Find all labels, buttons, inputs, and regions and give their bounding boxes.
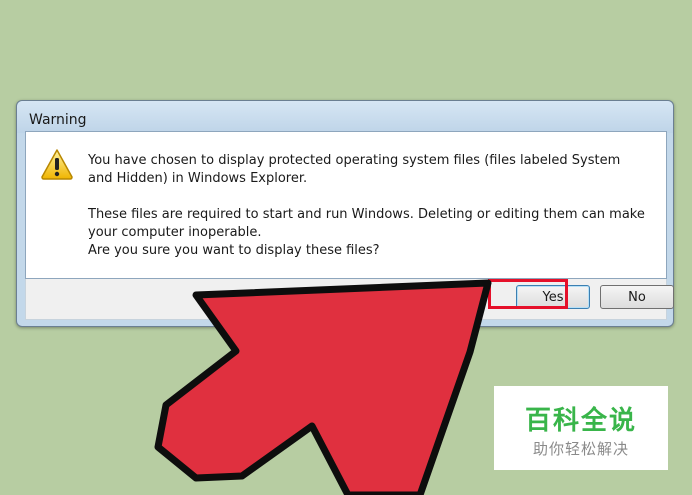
dialog-title: Warning xyxy=(29,112,87,128)
message-protected-files: You have chosen to display protected ope… xyxy=(88,153,621,186)
watermark-subtitle: 助你轻松解决 xyxy=(532,440,629,458)
watermark-title: 百科全说 xyxy=(524,406,637,436)
warning-triangle-icon xyxy=(41,149,73,180)
message-files-required: These files are required to start and ru… xyxy=(88,207,645,240)
no-button[interactable]: No xyxy=(600,285,674,309)
yes-button[interactable]: Yes xyxy=(516,285,590,309)
watermark-logo: 百科全说 助你轻松解决 xyxy=(494,386,668,470)
message-confirm-question: Are you sure you want to display these f… xyxy=(88,243,380,258)
dialog-button-bar: Yes No xyxy=(25,279,674,320)
dialog-content: You have chosen to display protected ope… xyxy=(25,131,667,279)
warning-dialog: Warning You have chosen to display prote… xyxy=(16,100,674,327)
dialog-titlebar[interactable]: Warning xyxy=(17,101,673,133)
